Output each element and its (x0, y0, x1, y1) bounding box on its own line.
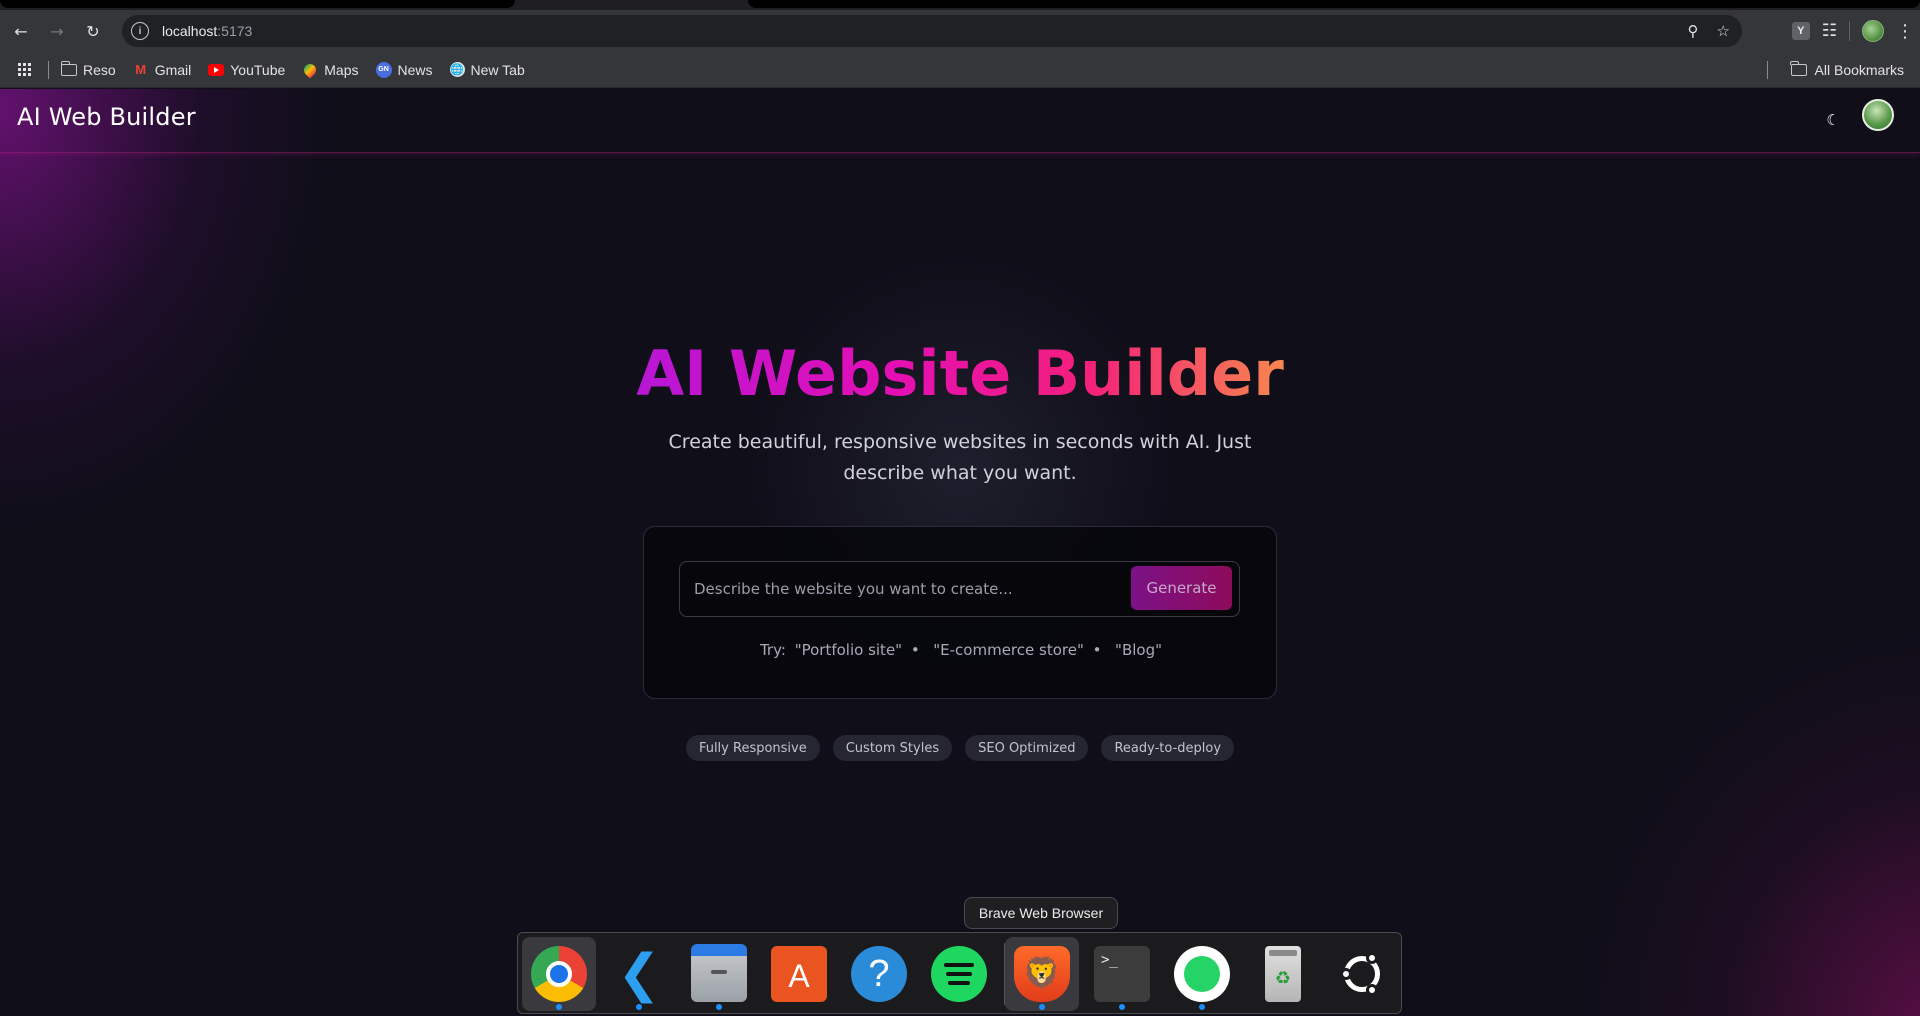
brand-logo-text[interactable]: AI Web Builder (17, 103, 196, 131)
url-text[interactable]: localhost:5173 (162, 23, 252, 39)
app-page: AI Web Builder ☾ AI Website Builder Crea… (0, 89, 1920, 1016)
dock-item-chrome[interactable] (522, 937, 596, 1011)
site-info-icon[interactable]: i (131, 22, 149, 40)
globe-icon: 🌐 (449, 62, 465, 77)
zoom-icon[interactable]: ⚲ (1688, 22, 1699, 40)
browser-tab[interactable] (748, 0, 1920, 8)
help-icon: ? (851, 946, 907, 1002)
browser-menu-icon[interactable]: ⋮ (1896, 21, 1914, 42)
files-icon (691, 944, 747, 1002)
dock-item-whatsapp[interactable] (1165, 937, 1239, 1011)
back-arrow-icon[interactable]: ← (6, 16, 36, 46)
dock-item-brave[interactable]: 🦁 (1005, 937, 1079, 1011)
app-store-icon: A (771, 946, 827, 1002)
bookmark-label: YouTube (230, 61, 286, 78)
suggestion-ecommerce[interactable]: "E-commerce store" (933, 641, 1084, 659)
all-bookmarks-label: All Bookmarks (1814, 62, 1904, 78)
bookmark-label: Reso (83, 61, 116, 78)
suggestions-row: Try: "Portfolio site" • "E-commerce stor… (644, 641, 1278, 659)
app-header: AI Web Builder ☾ (0, 89, 1920, 153)
dock-item-spotify[interactable] (922, 937, 996, 1011)
feature-chip: SEO Optimized (965, 735, 1089, 761)
ubuntu-icon (1334, 946, 1390, 1002)
bookmark-gmail[interactable]: M Gmail (133, 61, 192, 78)
prompt-input[interactable] (680, 562, 1140, 616)
extensions-puzzle-icon[interactable]: ☷ (1822, 21, 1837, 41)
url-port: :5173 (217, 23, 253, 39)
dock-tooltip: Brave Web Browser (964, 897, 1118, 929)
try-prefix: Try: (759, 641, 791, 659)
spotify-icon (931, 946, 987, 1002)
suggestion-portfolio[interactable]: "Portfolio site" (795, 641, 902, 659)
hero-title: AI Website Builder (636, 337, 1284, 410)
whatsapp-icon (1174, 946, 1230, 1002)
gmail-icon: M (135, 62, 147, 77)
maps-icon (301, 61, 319, 78)
dock-item-trash[interactable]: ♻ (1245, 937, 1319, 1011)
running-indicator (1039, 1004, 1045, 1010)
prompt-card: Generate Try: "Portfolio site" • "E-comm… (643, 526, 1277, 699)
bookmark-star-icon[interactable]: ☆ (1717, 22, 1730, 40)
reload-icon[interactable]: ↻ (78, 16, 108, 46)
bookmark-new-tab[interactable]: 🌐 New Tab (449, 61, 525, 78)
bookmarks-bar: Reso M Gmail YouTube Maps GN News 🌐 New … (0, 52, 1920, 88)
hero-subtitle: Create beautiful, responsive websites in… (668, 431, 1252, 484)
bookmarks-divider (1767, 61, 1768, 79)
dock-item-help[interactable]: ? (842, 937, 916, 1011)
bookmarks-divider (48, 60, 49, 79)
dock-item-terminal[interactable]: >_ (1085, 937, 1159, 1011)
suggestion-separator: • (1092, 641, 1102, 659)
folder-icon (60, 60, 77, 78)
bookmark-label: News (397, 61, 433, 78)
bookmark-label: New Tab (470, 61, 525, 78)
vscode-icon: ❮ (617, 944, 661, 1004)
toolbar-divider (1849, 21, 1850, 41)
moon-icon[interactable]: ☾ (1820, 107, 1846, 133)
browser-tab[interactable] (0, 0, 515, 8)
generate-button[interactable]: Generate (1131, 566, 1232, 610)
running-indicator (716, 1004, 722, 1010)
feature-chips: Fully Responsive Custom Styles SEO Optim… (0, 735, 1920, 761)
url-host: localhost (162, 23, 218, 39)
browser-profile-avatar[interactable] (1862, 20, 1884, 42)
running-indicator (1119, 1004, 1125, 1010)
bookmark-news[interactable]: GN News (375, 61, 433, 78)
dock-item-show-apps[interactable] (1325, 937, 1399, 1011)
running-indicator (636, 1004, 642, 1010)
dock-item-app-center[interactable]: A (762, 937, 836, 1011)
bookmark-youtube[interactable]: YouTube (208, 62, 285, 78)
forward-arrow-icon[interactable]: → (42, 16, 72, 46)
user-avatar[interactable] (1862, 99, 1894, 131)
youtube-icon (208, 62, 225, 78)
chrome-icon (531, 946, 587, 1002)
terminal-icon: >_ (1094, 946, 1150, 1002)
suggestion-separator: • (910, 641, 920, 659)
folder-icon (1790, 61, 1807, 78)
browser-toolbar: ← → ↻ i localhost:5173 ⚲ ☆ Y ☷ ⋮ (0, 10, 1920, 52)
feature-chip: Ready-to-deploy (1101, 735, 1235, 761)
extension-y-icon[interactable]: Y (1791, 22, 1810, 40)
brave-icon: 🦁 (1014, 946, 1070, 1002)
dock-item-files[interactable] (682, 937, 756, 1011)
trash-icon: ♻ (1265, 946, 1301, 1002)
ubuntu-dock: ❮ A ? 🦁 >_ ♻ (517, 932, 1402, 1014)
feature-chip: Fully Responsive (685, 735, 820, 761)
suggestion-blog[interactable]: "Blog" (1115, 641, 1162, 659)
running-indicator (556, 1004, 562, 1010)
bookmark-label: Maps (324, 61, 359, 78)
dock-item-vscode[interactable]: ❮ (602, 937, 676, 1011)
tab-strip (0, 0, 1920, 10)
running-indicator (1199, 1004, 1205, 1010)
prompt-box: Generate (679, 561, 1240, 617)
address-bar[interactable]: i localhost:5173 ⚲ ☆ (122, 15, 1742, 47)
bookmark-maps[interactable]: Maps (301, 61, 359, 78)
bookmark-label: Gmail (154, 61, 192, 78)
news-icon: GN (375, 61, 392, 78)
all-bookmarks-button[interactable]: All Bookmarks (1790, 52, 1904, 88)
apps-grid-icon[interactable] (18, 62, 32, 77)
feature-chip: Custom Styles (832, 735, 953, 761)
bookmark-reso[interactable]: Reso (60, 60, 116, 78)
